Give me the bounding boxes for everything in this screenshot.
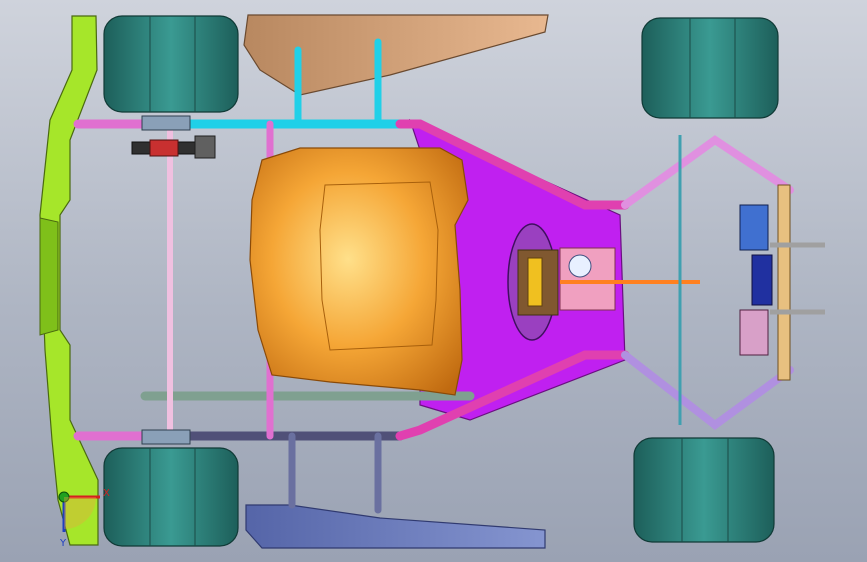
cad-viewport[interactable]: X Y	[0, 0, 867, 562]
seat[interactable]	[249, 147, 469, 396]
wheel-rear-left[interactable]	[103, 15, 239, 113]
wheel-front-left[interactable]	[641, 17, 779, 119]
side-pod-top[interactable]	[243, 14, 549, 96]
front-axle-assembly[interactable]	[678, 135, 825, 425]
kart-model-view[interactable]: X Y	[0, 0, 867, 562]
wheel-rear-right[interactable]	[103, 447, 239, 547]
front-bumper-nose	[39, 217, 59, 336]
rear-sprocket-assembly[interactable]	[131, 135, 216, 159]
side-pod-bottom[interactable]	[245, 504, 546, 549]
y-axis-label: Y	[59, 538, 67, 549]
wheel-front-right[interactable]	[633, 437, 775, 543]
rear-bearing-bottom[interactable]	[141, 429, 191, 445]
x-axis-label: X	[103, 488, 110, 499]
rear-bearing-top[interactable]	[141, 115, 191, 131]
